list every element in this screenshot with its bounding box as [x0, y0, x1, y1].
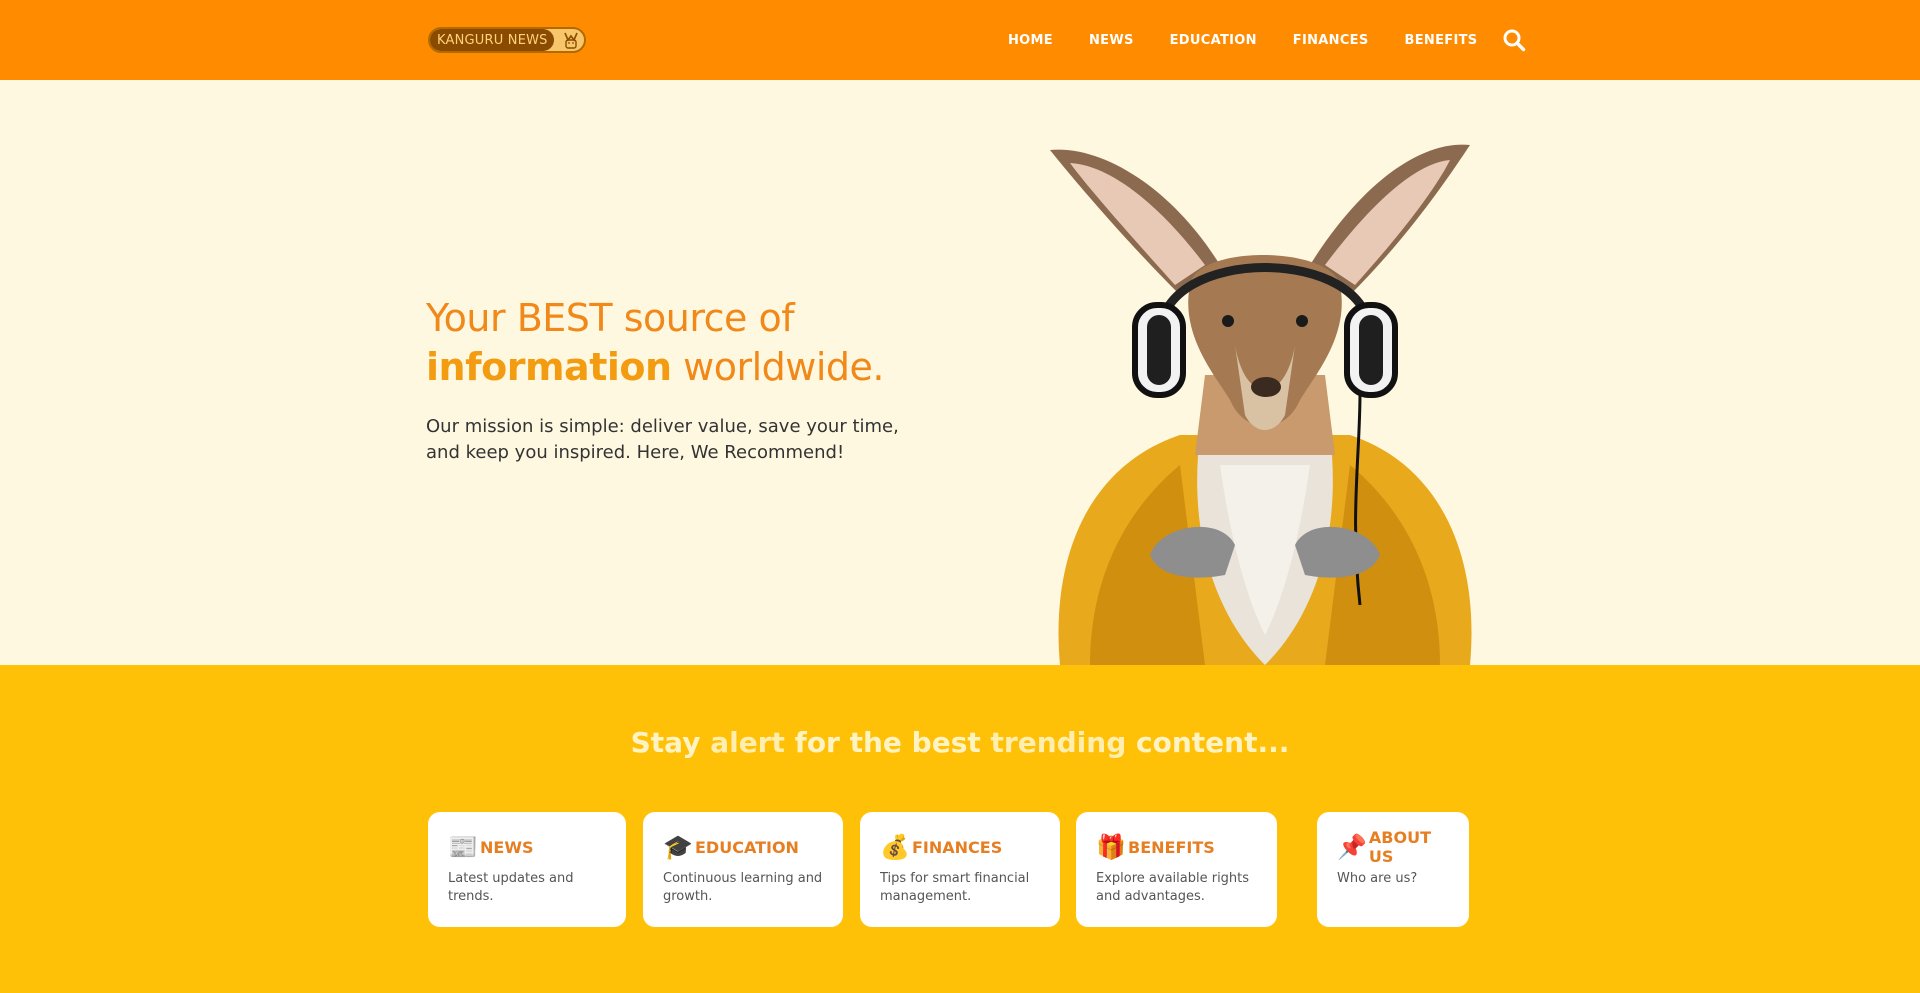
card-description: Tips for smart financial management.: [880, 871, 1030, 904]
logo-text: KANGURU NEWS: [430, 29, 554, 51]
site-logo[interactable]: KANGURU NEWS: [428, 27, 586, 53]
card-title: NEWS: [480, 837, 534, 857]
graduation-cap-icon: 🎓: [663, 833, 693, 861]
nav-news[interactable]: NEWS: [1089, 33, 1134, 48]
card-title: ABOUT US: [1368, 828, 1431, 866]
card-description: Latest updates and trends.: [448, 871, 574, 904]
hero-section: Your BEST source of information worldwid…: [0, 80, 1920, 665]
hero-title: Your BEST source of information worldwid…: [426, 294, 986, 392]
card-title: BENEFITS: [1128, 837, 1215, 857]
nav-finances[interactable]: FINANCES: [1293, 33, 1369, 48]
search-icon[interactable]: [1501, 27, 1527, 53]
site-header: KANGURU NEWS HOME NEWS EDUCATION FINANCE…: [0, 0, 1920, 80]
trending-part3: content...: [1136, 726, 1290, 759]
trending-part2: for the best: [794, 726, 981, 759]
trending-bold-alert: alert: [710, 726, 785, 759]
trending-title: Stay alert for the best trending content…: [0, 726, 1920, 759]
hero-mission-text: Our mission is simple: deliver value, sa…: [426, 416, 899, 463]
nav-benefits[interactable]: BENEFITS: [1405, 33, 1478, 48]
nav-education[interactable]: EDUCATION: [1170, 33, 1257, 48]
gift-icon: 🎁: [1096, 833, 1126, 861]
hero-title-part2: worldwide.: [683, 345, 884, 389]
card-about-us[interactable]: 📌 ABOUT US Who are us?: [1317, 812, 1469, 927]
money-bag-icon: 💰: [880, 833, 910, 861]
kangaroo-headphones-image: [1050, 144, 1472, 665]
hero-title-part1: Your BEST source of: [426, 296, 795, 340]
trending-part1: Stay: [630, 726, 701, 759]
card-finances[interactable]: 💰 FINANCES Tips for smart financial mana…: [860, 812, 1060, 927]
hero-title-highlight: information: [426, 345, 672, 389]
card-title: EDUCATION: [695, 837, 799, 857]
card-education[interactable]: 🎓 EDUCATION Continuous learning and grow…: [643, 812, 843, 927]
card-benefits[interactable]: 🎁 BENEFITS Explore available rights and …: [1076, 812, 1277, 927]
pushpin-icon: 📌: [1337, 833, 1367, 861]
nav-home[interactable]: HOME: [1008, 33, 1053, 48]
card-description: Continuous learning and growth.: [663, 871, 823, 904]
card-title: FINANCES: [912, 837, 1003, 857]
trending-bold-trending: trending: [990, 726, 1127, 759]
newspaper-icon: 📰: [448, 833, 478, 861]
card-description: Explore available rights and advantages.: [1096, 871, 1250, 904]
kangaroo-logo-icon: [560, 30, 582, 50]
card-description: Who are us?: [1337, 871, 1418, 886]
main-nav: HOME NEWS EDUCATION FINANCES BENEFITS: [1008, 0, 1527, 80]
card-news[interactable]: 📰 NEWS Latest updates and trends.: [428, 812, 626, 927]
